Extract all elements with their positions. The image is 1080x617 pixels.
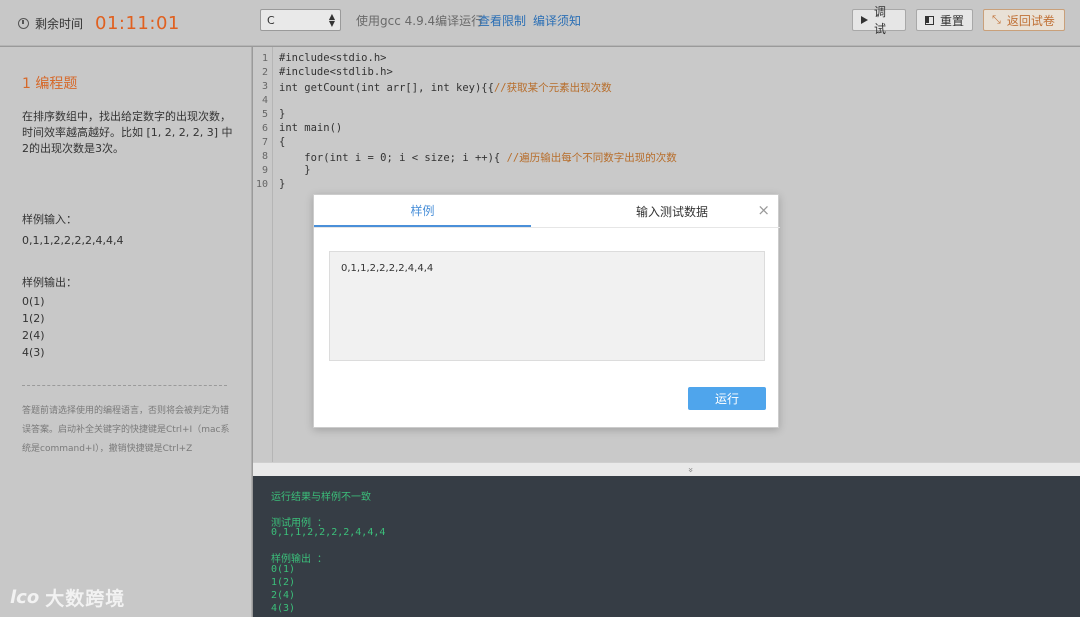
line-number-gutter: 1 2 3 4 5 6 7 8 9 10	[253, 47, 273, 462]
problem-title: 1 编程题	[22, 76, 78, 92]
sample-output-line: 1(2)	[22, 312, 45, 325]
code-line: }	[279, 178, 286, 190]
code-line: #include<stdio.h>	[279, 52, 387, 64]
close-icon[interactable]: ×	[757, 202, 770, 218]
line-number: 4	[261, 95, 268, 106]
console-output-line: 0(1)	[271, 564, 296, 575]
result-message: 运行结果与样例不一致	[271, 492, 371, 503]
timer: 剩余时间 01:11:01	[18, 12, 180, 34]
console-output-line: 1(2)	[271, 577, 296, 588]
reset-button[interactable]: 重置	[916, 9, 973, 31]
select-arrows-icon: ▲ ▼	[328, 12, 335, 28]
run-button[interactable]: 运行	[688, 387, 766, 410]
divider	[22, 385, 227, 386]
line-number: 9	[261, 165, 268, 176]
sample-data-box: 0,1,1,2,2,2,2,4,4,4	[329, 251, 765, 361]
tab-sample[interactable]: 样例	[314, 195, 531, 227]
return-button-label: 返回试卷	[1006, 13, 1055, 28]
return-to-paper-button[interactable]: ⤡ 返回试卷	[983, 9, 1065, 31]
line-number: 10	[255, 179, 268, 190]
code-line: }	[279, 164, 311, 176]
problem-description: 在排序数组中，找出给定数字的出现次数，时间效率越高越好。比如 [1, 2, 2,…	[22, 110, 233, 155]
code-line: #include<stdlib.h>	[279, 66, 393, 78]
line-number: 3	[261, 81, 268, 92]
sample-input-value: 0,1,1,2,2,2,2,4,4,4	[22, 234, 124, 247]
compile-notes-link[interactable]: 编译须知	[533, 12, 581, 29]
debug-button[interactable]: 调试	[852, 5, 906, 36]
language-tip: 答题前请选择使用的编程语言，否则将会被判定为错误答案。启动补全关键字的快捷键是C…	[22, 406, 230, 454]
code-comment: //遍历输出每个不同数字出现的次数	[506, 152, 677, 164]
problem-panel: 1 编程题 在排序数组中，找出给定数字的出现次数，时间效率越高越好。比如 [1,…	[0, 47, 252, 617]
panel-splitter[interactable]: »	[253, 462, 1080, 476]
line-number: 5	[261, 109, 268, 120]
reset-icon	[925, 15, 934, 25]
code-line: for(int i = 0; i < size; i ++){ //遍历输出每个…	[279, 150, 677, 165]
sample-output-line: 2(4)	[22, 329, 45, 342]
test-case-value: 0,1,1,2,2,2,2,4,4,4	[271, 527, 386, 538]
language-select-value: C	[267, 13, 275, 27]
line-number: 1	[261, 53, 268, 64]
output-console: 运行结果与样例不一致 测试用例 ： 0,1,1,2,2,2,2,4,4,4 样例…	[253, 476, 1080, 617]
tab-divider	[314, 227, 780, 228]
top-bar: 剩余时间 01:11:01 C ▲ ▼ 使用gcc 4.9.4编译运行 查看限制 …	[0, 0, 1080, 46]
timer-label: 剩余时间	[35, 16, 84, 31]
code-line: {	[279, 136, 286, 148]
console-output-line: 2(4)	[271, 590, 296, 601]
test-data-dialog: 样例 输入测试数据 × 0,1,1,2,2,2,2,4,4,4 运行	[313, 194, 780, 428]
code-line: }	[279, 108, 286, 120]
line-number: 2	[261, 67, 268, 78]
watermark-logo: lco	[10, 587, 40, 608]
line-number: 8	[261, 151, 268, 162]
code-line: int main()	[279, 122, 343, 134]
watermark: lco 大数跨境	[10, 584, 125, 611]
collapse-arrows-icon: ⤡	[992, 13, 1001, 26]
sample-input-label: 样例输入：	[22, 213, 77, 226]
view-limits-link[interactable]: 查看限制	[478, 12, 526, 29]
sample-output-label: 样例输出：	[22, 276, 77, 289]
watermark-text: 大数跨境	[45, 588, 126, 610]
console-output-line: 4(3)	[271, 603, 296, 614]
chevron-double-down-icon[interactable]: »	[683, 467, 697, 473]
sample-output-label: 样例输出 ：	[271, 554, 328, 565]
code-comment: //获取某个元素出现次数	[493, 82, 612, 94]
play-icon	[861, 16, 868, 24]
sample-output-line: 0(1)	[22, 295, 45, 308]
debug-button-label: 调试	[874, 5, 887, 36]
code-text: for(int i = 0; i < size; i ++){	[279, 152, 507, 164]
reset-button-label: 重置	[940, 13, 965, 28]
compile-info: 使用gcc 4.9.4编译运行	[356, 14, 484, 28]
clock-icon	[18, 17, 29, 29]
code-line: int getCount(int arr[], int key){{//获取某个…	[279, 80, 612, 95]
timer-value: 01:11:01	[95, 12, 180, 34]
line-number: 7	[261, 137, 268, 148]
language-select[interactable]: C ▲ ▼	[260, 9, 341, 31]
sample-output-line: 4(3)	[22, 346, 45, 359]
tab-input-test-data[interactable]: 输入测试数据	[564, 195, 780, 227]
code-text: int getCount(int arr[], int key){{	[279, 82, 494, 94]
line-number: 6	[261, 123, 268, 134]
